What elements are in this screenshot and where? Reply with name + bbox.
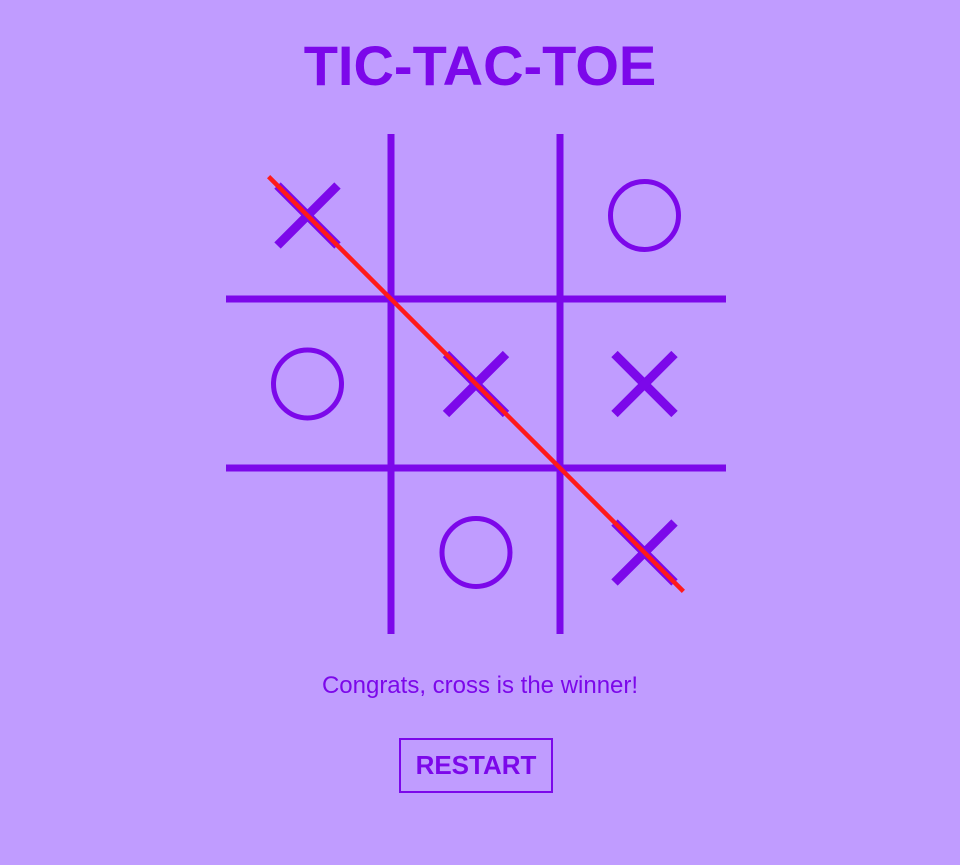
board-cell[interactable]	[563, 471, 726, 634]
board-cell[interactable]	[563, 303, 726, 466]
board-cell[interactable]	[226, 303, 389, 466]
restart-button[interactable]: RESTART	[399, 738, 553, 793]
board-cell[interactable]	[226, 471, 389, 634]
board-cell[interactable]	[563, 134, 726, 297]
board-cell[interactable]	[226, 134, 389, 297]
board-cell[interactable]	[395, 303, 558, 466]
status-message: Congrats, cross is the winner!	[321, 672, 639, 699]
game-board	[226, 134, 726, 634]
board-cell[interactable]	[395, 471, 558, 634]
board-cell[interactable]	[395, 134, 558, 297]
game-title: TIC-TAC-TOE	[303, 34, 657, 97]
